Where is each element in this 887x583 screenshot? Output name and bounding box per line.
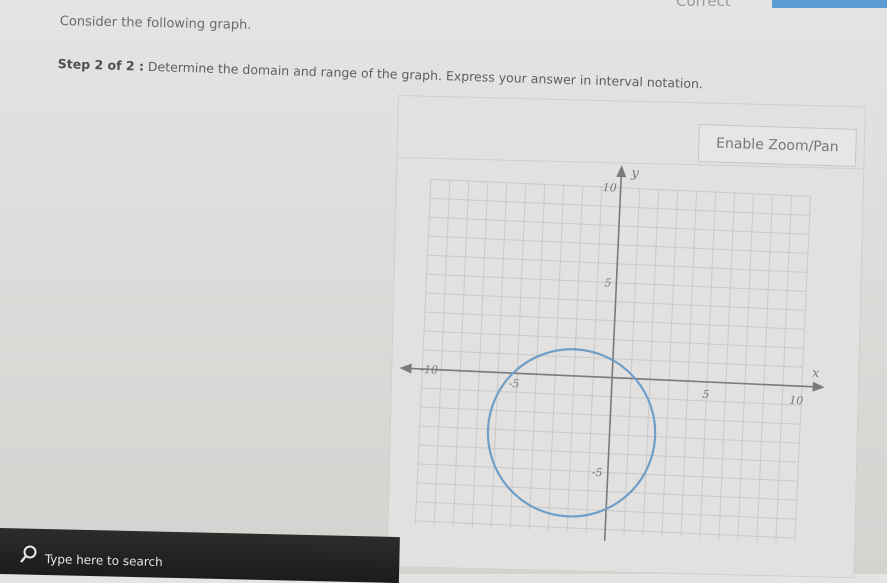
tick-label-x-pos5: 5 [702,388,710,401]
grid-line-vertical [433,180,451,526]
grid-line-vertical [547,185,565,531]
x-axis-arrow-right [812,381,825,392]
tick-label-y-pos10: 10 [602,181,617,195]
grid-line-vertical [414,179,432,525]
grid-line-vertical [756,194,774,541]
grid-line-vertical [699,192,717,538]
tick-label-y-pos5: 5 [604,276,612,289]
tick-label-y-neg5: -5 [591,466,602,479]
grid-line-vertical [794,196,812,542]
grid-line-vertical [737,193,755,540]
grid-line-vertical [509,183,527,529]
grid-line-vertical [471,181,489,528]
tick-label-x-neg5: -5 [508,377,519,390]
tick-label-x-pos10: 10 [789,394,804,408]
y-axis-label: y [630,166,640,181]
y-axis-arrow-up [616,165,627,178]
coordinate-graph[interactable]: -10 -5 5 10 10 5 -5 x y [0,0,887,574]
x-axis-label: x [812,366,821,381]
grid-line-vertical [566,186,584,532]
grid-line-vertical [585,186,603,533]
grid-line-vertical [775,195,793,542]
y-axis [603,165,627,541]
grid-line-vertical [623,188,641,535]
grid-line-vertical [680,191,698,537]
grid-line-vertical [718,192,736,539]
grid-line-vertical [661,190,679,536]
grid-line-vertical [452,180,470,527]
grid-line-vertical [642,189,660,536]
x-axis-arrow-left [399,363,412,374]
tick-label-x-neg10: -10 [420,363,438,377]
search-icon[interactable] [18,543,40,565]
